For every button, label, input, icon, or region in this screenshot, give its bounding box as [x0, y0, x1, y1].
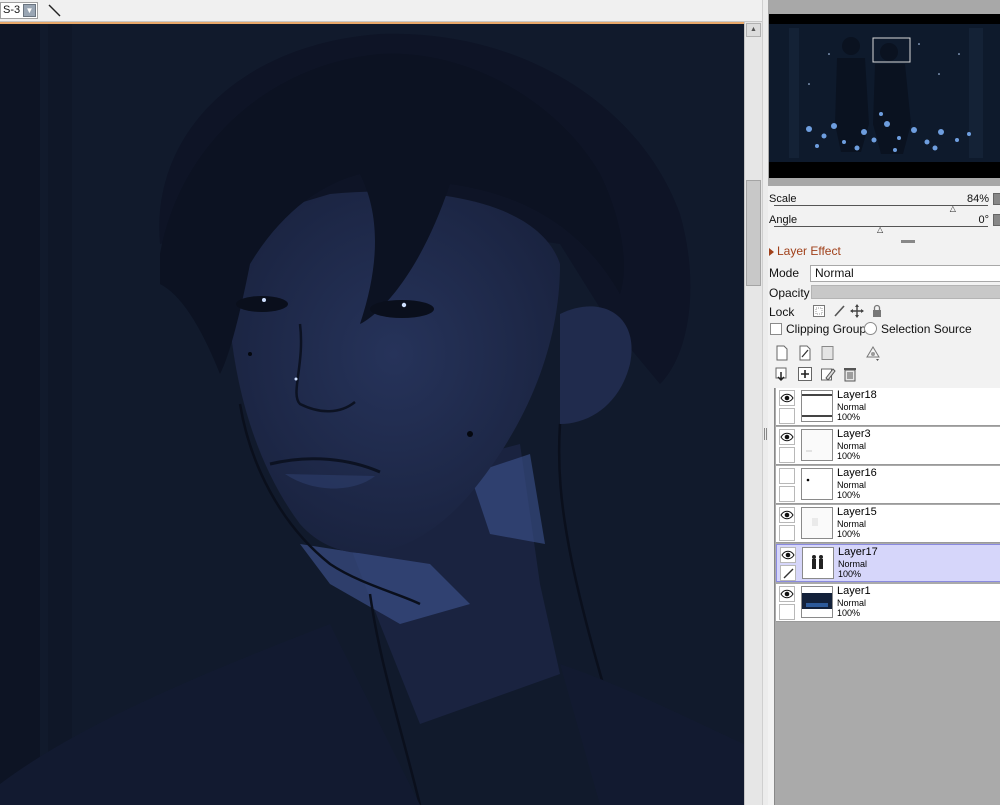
layer-effect-label: Layer Effect [777, 244, 841, 258]
scrollbar-thumb[interactable] [746, 180, 761, 286]
layer-name: Layer15 [837, 506, 877, 518]
clipping-group-label: Clipping Group [786, 322, 867, 336]
layer-mode: Normal [837, 480, 867, 490]
layer-row[interactable]: Layer17 Normal 100% [776, 544, 1000, 582]
layer-row[interactable]: Layer1 Normal 100% [776, 584, 1000, 622]
layer-thumbnail [801, 507, 833, 539]
layer-list: Layer18 Normal 100% Layer3 Normal 100% L… [774, 388, 1000, 805]
selection-source-label: Selection Source [881, 322, 972, 336]
blend-mode-value: Normal [815, 266, 854, 280]
navigator-panel [768, 0, 1000, 186]
layer-opacity: 100% [837, 608, 861, 618]
eye-icon [780, 510, 794, 520]
blend-mode-select[interactable]: Normal [810, 265, 1000, 282]
layer-visibility-toggle[interactable] [779, 390, 795, 406]
top-toolbar: S-3 ▼ [0, 0, 762, 22]
layer-mode: Normal [837, 441, 867, 451]
brush-preset-label: S-3 [3, 4, 21, 16]
layer-edit-toggle[interactable] [779, 447, 795, 463]
layer-row[interactable]: Layer18 Normal 100% [776, 388, 1000, 426]
layer-mode: Normal [837, 519, 867, 529]
layer-thumbnail [801, 468, 833, 500]
angle-knob[interactable]: △ [877, 226, 883, 234]
eye-icon [781, 550, 795, 560]
angle-slider[interactable]: Angle 0° △ [768, 214, 1000, 234]
chevron-down-icon[interactable]: ▼ [23, 4, 36, 17]
layer-mode: Normal [838, 559, 868, 569]
brush-preset-select[interactable]: S-3 ▼ [0, 2, 38, 19]
opacity-slider[interactable] [811, 285, 1000, 299]
layer-thumbnail [801, 586, 833, 618]
layer-opacity: 100% [837, 412, 861, 422]
delete-layer-icon[interactable] [842, 366, 858, 382]
layer-thumbnail [802, 547, 834, 579]
layer-mode: Normal [837, 598, 867, 608]
scale-label: Scale [769, 193, 797, 205]
artwork-canvas[interactable] [0, 22, 744, 805]
angle-label: Angle [769, 214, 798, 226]
lock-all-icon[interactable] [870, 304, 884, 318]
right-panel: Scale 84% △ Angle 0° △ Layer Effect Mode… [768, 0, 1000, 805]
new-linework-layer-icon[interactable] [797, 345, 813, 361]
layer-edit-toggle[interactable] [779, 408, 795, 424]
layer-edit-toggle[interactable] [780, 565, 796, 581]
splitter-grip-icon [764, 428, 767, 440]
eye-icon [780, 393, 794, 403]
eye-icon [780, 589, 794, 599]
clipping-group-checkbox[interactable] [770, 323, 782, 335]
layer-opacity: 100% [837, 451, 861, 461]
layer-edit-toggle[interactable] [779, 525, 795, 541]
lock-label: Lock [769, 305, 795, 319]
layer-row[interactable]: Layer16 Normal 100% [776, 466, 1000, 504]
layer-visibility-toggle[interactable] [780, 547, 796, 563]
layer-name: Layer18 [837, 389, 877, 401]
lock-transparency-icon[interactable] [812, 304, 826, 318]
layer-thumbnail [801, 429, 833, 461]
layer-mode: Normal [837, 402, 867, 412]
layer-name: Layer17 [838, 546, 878, 558]
layer-opacity: 100% [837, 490, 861, 500]
navigator-preview[interactable] [769, 14, 1000, 178]
layer-name: Layer1 [837, 585, 871, 597]
clear-layer-icon[interactable] [820, 366, 836, 382]
merge-down-icon[interactable] [797, 366, 813, 382]
layer-row[interactable]: Layer3 Normal 100% [776, 427, 1000, 465]
mode-label: Mode [769, 266, 800, 280]
scale-slider[interactable]: Scale 84% △ [768, 193, 1000, 213]
layer-edit-toggle[interactable] [779, 604, 795, 620]
new-layer-icon[interactable] [774, 345, 790, 361]
layer-thumbnail [801, 390, 833, 422]
paint-app-window: S-3 ▼ ▲ Scale 84% △ Angle 0° △ Layer Eff… [0, 0, 1000, 805]
selection-source-radio[interactable] [864, 322, 877, 335]
layer-effect-toggle[interactable]: Layer Effect [768, 242, 1000, 262]
scale-value: 84% [966, 193, 989, 205]
expand-arrow-icon [769, 248, 774, 256]
scroll-up-icon[interactable]: ▲ [746, 23, 761, 37]
scale-knob[interactable]: △ [950, 205, 956, 213]
layer-edit-toggle[interactable] [779, 486, 795, 502]
line-tool-icon[interactable] [44, 1, 64, 20]
new-folder-icon[interactable] [820, 345, 836, 361]
angle-reset-icon[interactable] [993, 214, 1000, 226]
pencil-icon [783, 568, 794, 579]
layer-name: Layer3 [837, 428, 871, 440]
layer-name: Layer16 [837, 467, 877, 479]
eye-icon [780, 432, 794, 442]
layer-opacity: 100% [837, 529, 861, 539]
layer-opacity: 100% [838, 569, 862, 579]
lock-paint-icon[interactable] [832, 304, 846, 318]
scale-reset-icon[interactable] [993, 193, 1000, 205]
canvas-vertical-scrollbar[interactable]: ▲ [744, 22, 762, 805]
layer-row[interactable]: Layer15 Normal 100% [776, 505, 1000, 543]
layer-visibility-toggle[interactable] [779, 429, 795, 445]
opacity-label: Opacity [769, 286, 810, 300]
layer-visibility-toggle[interactable] [779, 586, 795, 602]
lock-move-icon[interactable] [850, 304, 864, 318]
transfer-down-icon[interactable] [774, 366, 790, 382]
layer-filter-icon[interactable] [864, 345, 880, 361]
angle-value: 0° [978, 214, 989, 226]
layer-visibility-toggle[interactable] [779, 468, 795, 484]
layer-visibility-toggle[interactable] [779, 507, 795, 523]
